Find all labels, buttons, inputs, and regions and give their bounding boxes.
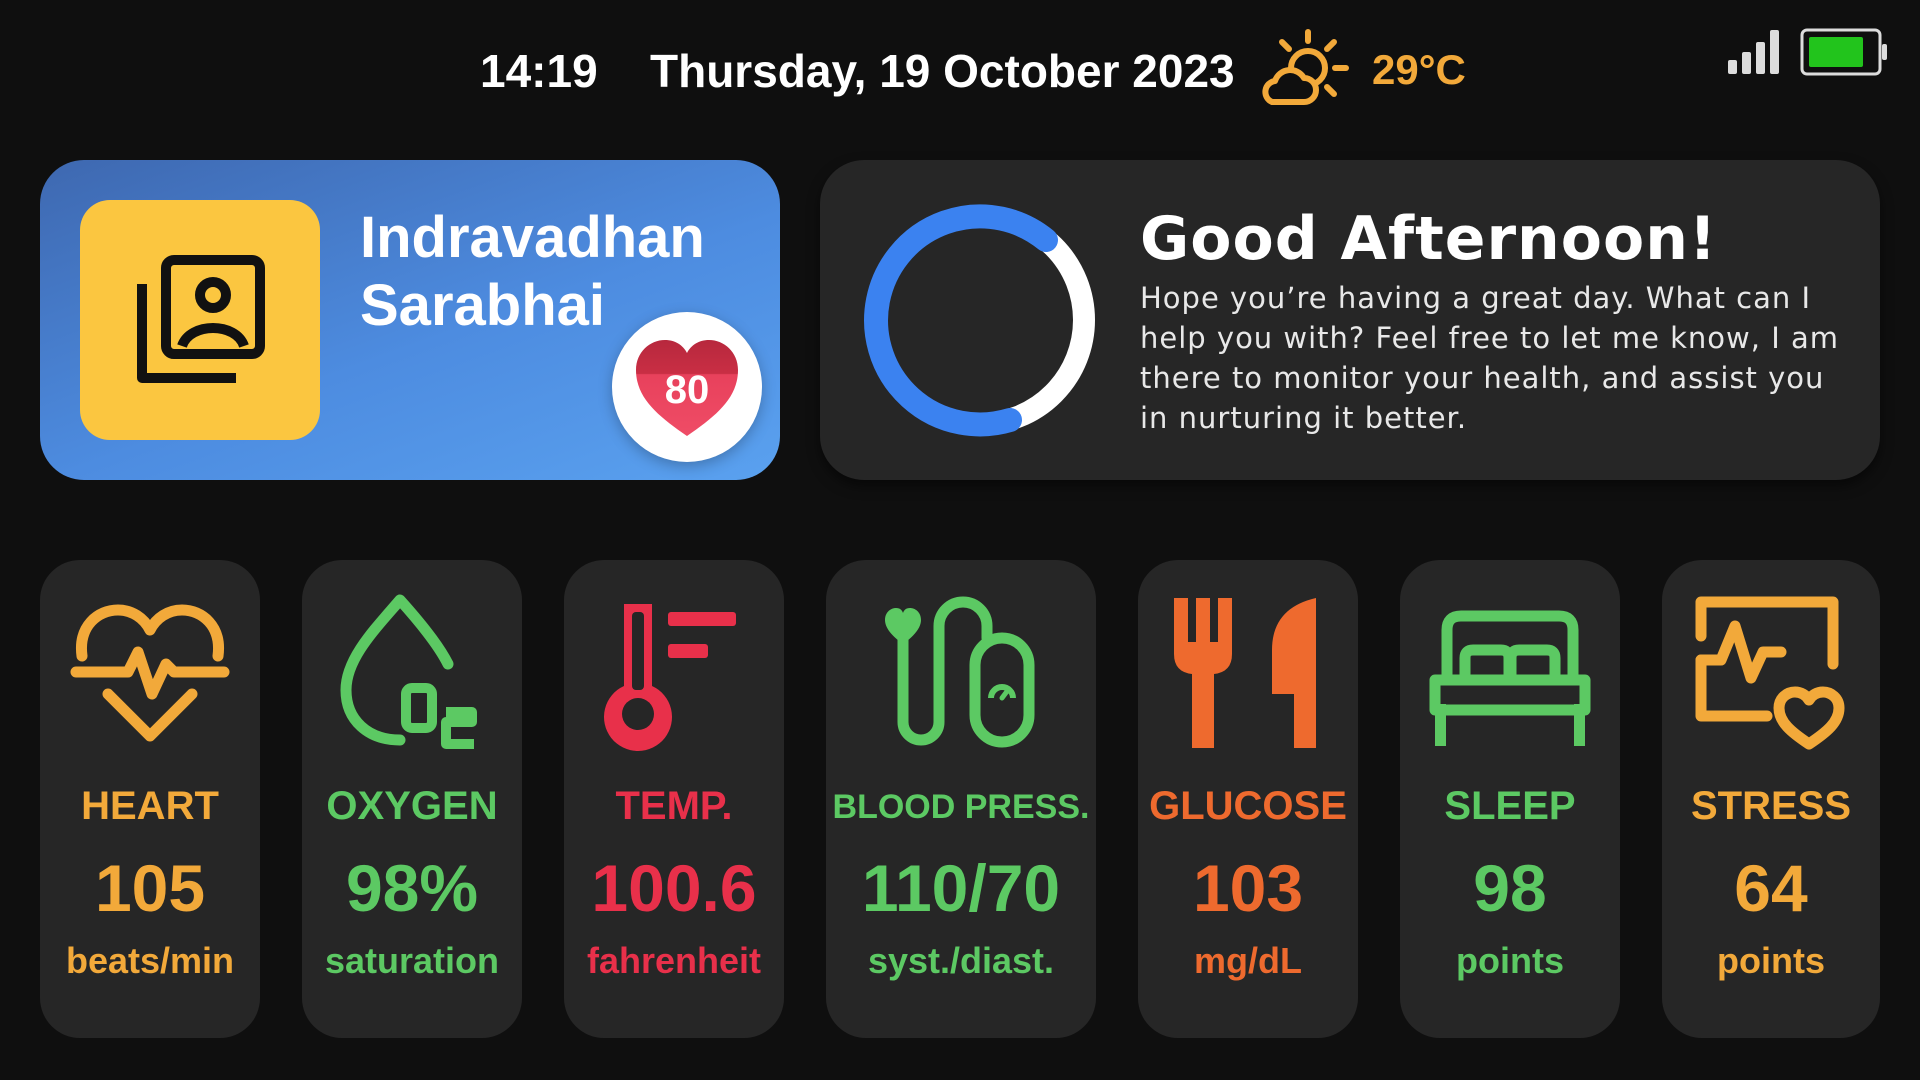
metric-card-temperature[interactable]: TEMP. 100.6 fahrenheit bbox=[564, 560, 784, 1038]
sun-cloud-icon bbox=[1262, 29, 1349, 105]
metric-unit: points bbox=[1456, 940, 1564, 981]
metric-label: STRESS bbox=[1690, 784, 1852, 828]
greeting-message: Hope you’re having a great day. What can… bbox=[1140, 281, 1839, 435]
metric-card-heart[interactable]: HEART 105 beats/min bbox=[40, 560, 260, 1038]
clock-time: 14:19 bbox=[480, 45, 598, 97]
metric-unit: mg/dL bbox=[1194, 940, 1302, 981]
metric-label: TEMP. bbox=[615, 784, 733, 828]
metric-card-blood-pressure[interactable]: BLOOD PRESS. 110/70 syst./diast. bbox=[826, 560, 1096, 1038]
metric-unit: fahrenheit bbox=[586, 940, 762, 981]
thermometer-icon bbox=[604, 604, 736, 751]
metric-value: 98% bbox=[345, 851, 479, 925]
metric-value: 100.6 bbox=[591, 851, 757, 925]
portrait-photo-icon bbox=[137, 255, 265, 383]
metric-label: HEART bbox=[81, 784, 219, 828]
profile-card[interactable]: Indravadhan Sarabhai 80 bbox=[40, 160, 780, 480]
cellular-signal-icon bbox=[1728, 30, 1779, 74]
assistant-ring-icon[interactable] bbox=[860, 200, 1100, 440]
metric-label: GLUCOSE bbox=[1149, 784, 1347, 828]
metric-card-oxygen[interactable]: OXYGEN 98% saturation bbox=[302, 560, 522, 1038]
metric-card-stress[interactable]: STRESS 64 points bbox=[1662, 560, 1880, 1038]
oxygen-drop-icon bbox=[340, 594, 477, 749]
assistant-greeting-card: Good Afternoon! Hope you’re having a gre… bbox=[820, 160, 1880, 480]
heart-pulse-icon bbox=[70, 604, 230, 742]
metric-value: 98 bbox=[1473, 851, 1547, 925]
heart-rate-badge[interactable]: 80 bbox=[612, 312, 762, 462]
fork-knife-icon bbox=[1174, 598, 1316, 748]
metric-value: 103 bbox=[1192, 851, 1304, 925]
metric-card-glucose[interactable]: GLUCOSE 103 mg/dL bbox=[1138, 560, 1358, 1038]
heart-badge-value: 80 bbox=[664, 368, 710, 412]
battery-icon bbox=[1800, 28, 1887, 76]
greeting-title: Good Afternoon! bbox=[1140, 204, 1718, 274]
metric-value: 105 bbox=[94, 851, 206, 925]
metric-label: BLOOD PRESS. bbox=[832, 788, 1090, 826]
metric-value: 110/70 bbox=[861, 851, 1061, 925]
metric-value: 64 bbox=[1734, 851, 1808, 925]
bed-icon bbox=[1429, 610, 1591, 746]
metric-card-sleep[interactable]: SLEEP 98 points bbox=[1400, 560, 1620, 1038]
blood-pressure-icon bbox=[885, 596, 1035, 748]
temperature: 29°C bbox=[1372, 46, 1466, 93]
user-first-name: Indravadhan bbox=[360, 205, 705, 270]
metric-label: SLEEP bbox=[1444, 784, 1576, 828]
metric-label: OXYGEN bbox=[326, 784, 498, 828]
metric-unit: points bbox=[1717, 940, 1825, 981]
stress-monitor-icon bbox=[1695, 596, 1845, 750]
metric-unit: beats/min bbox=[65, 940, 235, 981]
metric-unit: saturation bbox=[324, 940, 500, 981]
status-bar: 14:19 Thursday, 19 October 2023 29°C bbox=[0, 0, 1920, 140]
metric-unit: syst./diast. bbox=[867, 940, 1055, 981]
current-date: Thursday, 19 October 2023 bbox=[650, 45, 1235, 97]
avatar[interactable] bbox=[80, 200, 320, 440]
